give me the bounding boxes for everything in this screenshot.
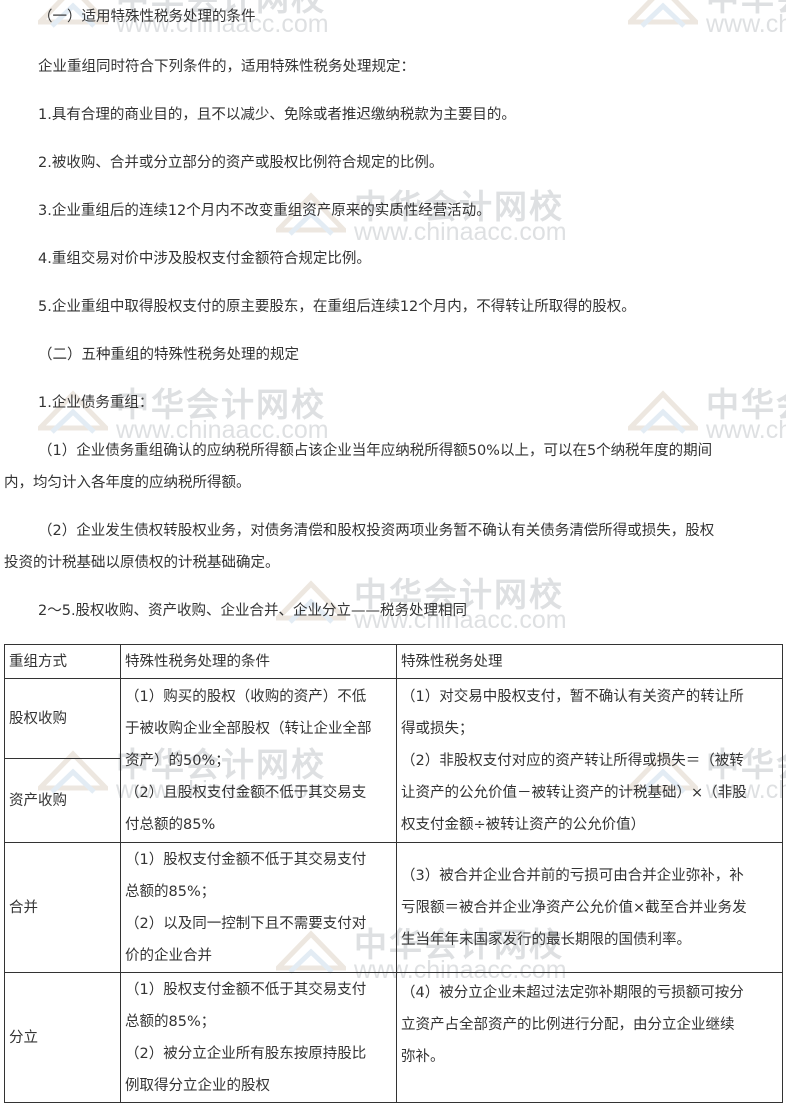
sub-heading: 2～5.股权收购、资产收购、企业合并、企业分立——税务处理相同 xyxy=(38,603,468,619)
table-row: 分立 （1）股权支付金额不低于其交易支付 总额的85%； （2）被分立企业所有股… xyxy=(4,972,783,1103)
cell-line: （2）非股权支付对应的资产转让所得或损失＝（被转 xyxy=(401,752,744,769)
chinaacc-logo-icon xyxy=(628,390,698,434)
cell-line: 付总额的85% xyxy=(125,816,216,833)
condition-item: 4.重组交易对价中涉及股权支付金额符合规定比例。 xyxy=(38,251,371,267)
section-heading: （一）适用特殊性税务处理的条件 xyxy=(38,9,256,25)
table-header-cell: 特殊性税务处理 xyxy=(396,644,783,679)
cell-line: 价的企业合并 xyxy=(125,947,212,964)
cell-line: （2）被分立企业所有股东按原持股比 xyxy=(125,1045,367,1062)
table-header-cell: 特殊性税务处理的条件 xyxy=(120,644,397,679)
condition-item: 3.企业重组后的连续12个月内不改变重组资产原来的实质性经营活动。 xyxy=(38,203,491,219)
cell-line: （1）股权支付金额不低于其交易支付 xyxy=(125,851,367,868)
cell-line: （3）被合并企业合并前的亏损可由合并企业弥补，补 xyxy=(401,867,744,884)
conditions-split-cell: （1）股权支付金额不低于其交易支付 总额的85%； （2）被分立企业所有股东按原… xyxy=(120,972,397,1103)
paragraph-line: 投资的计税基础以原债权的计税基础确定。 xyxy=(4,555,280,571)
cell-line: 得或损失； xyxy=(401,720,474,737)
document-page: 中华会计网校 www.chinaacc.com 中华会计网校 www.china… xyxy=(0,0,786,1110)
intro-paragraph: 企业重组同时符合下列条件的，适用特殊性税务处理规定： xyxy=(38,59,415,75)
cell-line: 亏限额＝被合并企业净资产公允价值×截至合并业务发 xyxy=(401,899,747,916)
condition-item: 2.被收购、合并或分立部分的资产或股权比例符合规定的比例。 xyxy=(38,155,444,171)
section-heading: （二）五种重组的特殊性税务处理的规定 xyxy=(38,347,299,363)
treatment-acquisition-cell: （1）对交易中股权支付，暂不确认有关资产的转让所 得或损失； （2）非股权支付对… xyxy=(396,678,783,843)
cell-line: 总额的85%； xyxy=(125,883,216,900)
cell-line: （4）被分立企业未超过法定弥补期限的亏损额可按分 xyxy=(401,985,744,1001)
table-header-row: 重组方式 特殊性税务处理的条件 特殊性税务处理 xyxy=(4,644,783,679)
paragraph-line: 内，均匀计入各年度的应纳税所得额。 xyxy=(4,475,251,491)
treatment-split-cell: （4）被分立企业未超过法定弥补期限的亏损额可按分 立资产占全部资产的比例进行分配… xyxy=(396,972,783,1103)
cell-line: （1）股权支付金额不低于其交易支付 xyxy=(125,981,367,998)
paragraph-line: （1）企业债务重组确认的应纳税所得额占该企业当年应纳税所得额50%以上，可以在5… xyxy=(38,443,713,459)
table-row: 合并 （1）股权支付金额不低于其交易支付 总额的85%； （2）以及同一控制下且… xyxy=(4,842,783,973)
conditions-acquisition-cell: （1）购买的股权（收购的资产）不低 于被收购企业全部股权（转让企业全部 资产）的… xyxy=(120,678,397,843)
table-row: 股权收购 （1）购买的股权（收购的资产）不低 于被收购企业全部股权（转让企业全部… xyxy=(4,678,783,843)
cell-line: 资产）的50%； xyxy=(125,752,230,769)
chinaacc-logo-icon xyxy=(628,0,698,28)
cell-line: 例取得分立企业的股权 xyxy=(125,1077,270,1094)
condition-item: 1.具有合理的商业目的，且不以减少、免除或者推迟缴纳税款为主要目的。 xyxy=(38,107,516,123)
cell-line: 弥补。 xyxy=(401,1049,445,1065)
cell-line: （2）且股权支付金额不低于其交易支 xyxy=(125,784,367,801)
cell-line: （2）以及同一控制下且不需要支付对 xyxy=(125,915,367,932)
table-header-cell: 重组方式 xyxy=(4,644,121,679)
reorganization-table: 重组方式 特殊性税务处理的条件 特殊性税务处理 股权收购 （1）购买的股权（收购… xyxy=(4,644,783,1103)
cell-line: 权支付金额÷被转让资产的公允价值） xyxy=(401,816,646,833)
paragraph-line: （2）企业发生债权转股权业务，对债务清偿和股权投资两项业务暂不确认有关债务清偿所… xyxy=(38,523,715,539)
row-label-asset: 资产收购 xyxy=(4,758,121,843)
cell-line: 于被收购企业全部股权（转让企业全部 xyxy=(125,720,372,737)
cell-line: 立资产占全部资产的比例进行分配，由分立企业继续 xyxy=(401,1017,735,1033)
cell-line: 总额的85%； xyxy=(125,1013,216,1030)
treatment-merge-cell: （3）被合并企业合并前的亏损可由合并企业弥补，补 亏限额＝被合并企业净资产公允价… xyxy=(396,842,783,973)
cell-line: 生当年年末国家发行的最长期限的国债利率。 xyxy=(401,931,691,948)
row-label-merge: 合并 xyxy=(4,842,121,973)
sub-heading: 1.企业债务重组： xyxy=(38,395,154,411)
row-label-split: 分立 xyxy=(4,972,121,1103)
cell-line: （1）购买的股权（收购的资产）不低 xyxy=(125,688,367,705)
conditions-merge-cell: （1）股权支付金额不低于其交易支付 总额的85%； （2）以及同一控制下且不需要… xyxy=(120,842,397,973)
cell-line: （1）对交易中股权支付，暂不确认有关资产的转让所 xyxy=(401,688,744,705)
condition-item: 5.企业重组中取得股权支付的原主要股东，在重组后连续12个月内，不得转让所取得的… xyxy=(38,299,636,315)
cell-line: 让资产的公允价值－被转让资产的计税基础）×（非股 xyxy=(401,784,747,801)
row-label-equity: 股权收购 xyxy=(4,678,121,759)
